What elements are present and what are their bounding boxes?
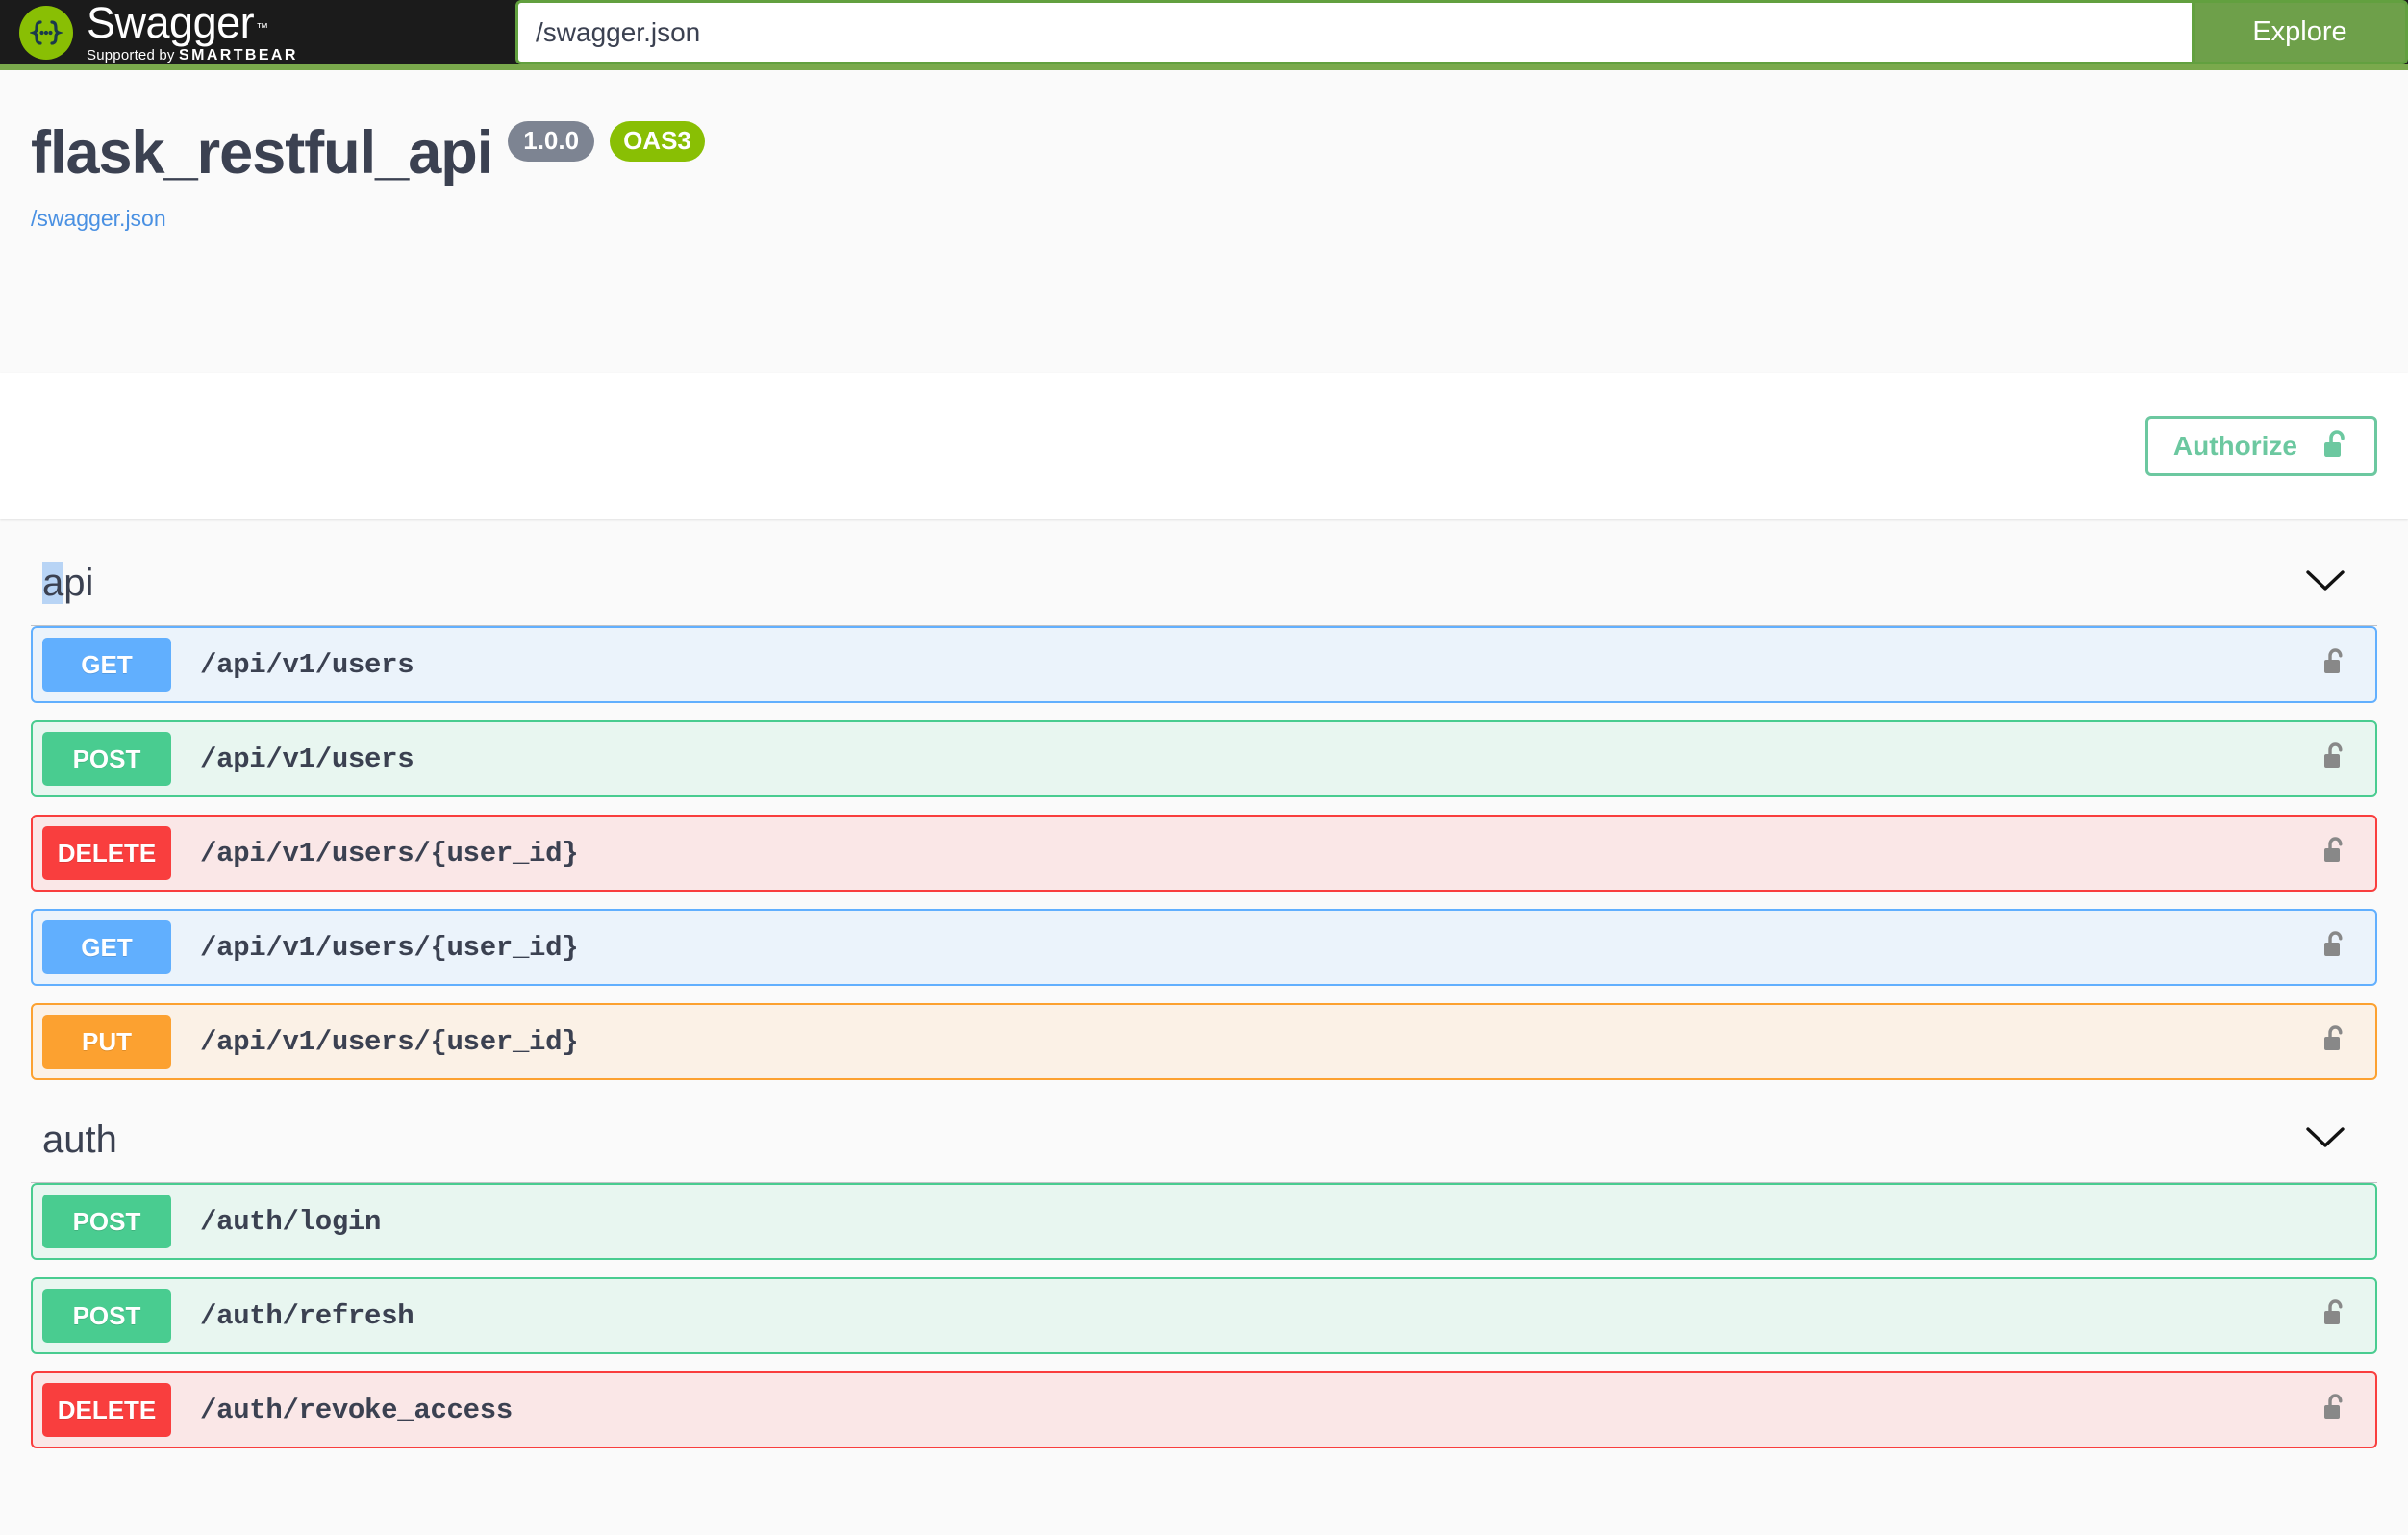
operation-path: /auth/login (200, 1205, 382, 1238)
method-badge-get: GET (42, 920, 171, 974)
api-info-block: flask_restful_api 1.0.0 OAS3 /swagger.js… (0, 70, 2408, 373)
authorization-slot[interactable] (2316, 930, 2354, 966)
operation-path: /auth/refresh (200, 1299, 414, 1332)
base-url-link[interactable]: /swagger.json (31, 206, 166, 231)
chevron-down-icon[interactable] (2304, 1125, 2346, 1155)
chevron-down-icon[interactable] (2304, 568, 2346, 598)
tag-label-selected-text: a (42, 562, 64, 604)
operation-row[interactable]: POST/api/v1/users (31, 720, 2377, 797)
method-badge-post: POST (42, 732, 171, 786)
spec-url-input[interactable] (515, 0, 2192, 64)
tag-section-api: api GET/api/v1/users POST/api/v1/users D… (0, 541, 2408, 1080)
operation-path: /auth/revoke_access (200, 1394, 513, 1426)
tag-label: api (42, 562, 94, 604)
operation-row[interactable]: GET/api/v1/users (31, 626, 2377, 703)
base-url: /swagger.json (31, 206, 2377, 232)
auth-wrapper: Authorize (0, 373, 2408, 519)
operation-row[interactable]: POST/auth/refresh (31, 1277, 2377, 1354)
authorize-button[interactable]: Authorize (2145, 416, 2377, 476)
authorization-slot[interactable] (2316, 1024, 2354, 1060)
operation-row[interactable]: DELETE/auth/revoke_access (31, 1371, 2377, 1448)
operation-path: /api/v1/users (200, 742, 414, 775)
version-badge: 1.0.0 (508, 120, 595, 162)
swagger-logo[interactable]: Swagger ™ Supported by SMARTBEAR (19, 1, 519, 63)
tag-header-auth[interactable]: auth (31, 1097, 2377, 1183)
logo-supported-by: Supported by (87, 47, 175, 63)
authorization-slot[interactable] (2316, 1393, 2354, 1428)
unlock-icon[interactable] (2322, 1298, 2347, 1334)
method-badge-post: POST (42, 1289, 171, 1343)
method-badge-delete: DELETE (42, 1383, 171, 1437)
method-badge-delete: DELETE (42, 826, 171, 880)
topbar: Swagger™ Supported by SMARTBEAR Explore (0, 0, 2408, 70)
method-badge-put: PUT (42, 1015, 171, 1069)
operation-row[interactable]: PUT/api/v1/users/{user_id} (31, 1003, 2377, 1080)
title-row: flask_restful_api 1.0.0 OAS3 (31, 119, 2377, 187)
logo-wordmark: Swagger (87, 0, 255, 47)
unlock-icon[interactable] (2322, 647, 2347, 683)
authorization-slot[interactable] (2316, 836, 2354, 871)
operation-path: /api/v1/users (200, 648, 414, 681)
unlock-icon[interactable] (2322, 930, 2347, 966)
unlock-icon[interactable] (2322, 836, 2347, 871)
tag-label: auth (42, 1119, 117, 1161)
logo-trademark: ™ (256, 19, 269, 35)
tag-header-api[interactable]: api (31, 541, 2377, 626)
authorize-label: Authorize (2172, 431, 2297, 461)
authorization-slot[interactable] (2316, 1298, 2354, 1334)
unlock-icon[interactable] (2322, 1024, 2347, 1060)
explore-button[interactable]: Explore (2192, 0, 2408, 64)
operation-row[interactable]: DELETE/api/v1/users/{user_id} (31, 815, 2377, 892)
method-badge-post: POST (42, 1195, 171, 1248)
operation-path: /api/v1/users/{user_id} (200, 1025, 579, 1058)
oas-badge: OAS3 (610, 120, 705, 162)
authorization-slot[interactable] (2316, 742, 2354, 777)
unlock-icon[interactable] (2322, 1393, 2347, 1428)
logo-smartbear: SMARTBEAR (179, 47, 298, 63)
method-badge-get: GET (42, 638, 171, 692)
page-title: flask_restful_api (31, 119, 493, 187)
spec-url-form: Explore (515, 0, 2408, 64)
operation-path: /api/v1/users/{user_id} (200, 837, 579, 869)
authorization-slot[interactable] (2316, 647, 2354, 683)
unlock-icon[interactable] (2322, 742, 2347, 777)
operation-row[interactable]: GET/api/v1/users/{user_id} (31, 909, 2377, 986)
unlock-icon (2322, 429, 2349, 465)
operation-path: /api/v1/users/{user_id} (200, 931, 579, 964)
swagger-brace-icon (19, 5, 73, 60)
tag-section-auth: auth POST/auth/login POST/auth/refresh DE… (0, 1097, 2408, 1448)
operations-area: api GET/api/v1/users POST/api/v1/users D… (0, 519, 2408, 1448)
operation-row[interactable]: POST/auth/login (31, 1183, 2377, 1260)
